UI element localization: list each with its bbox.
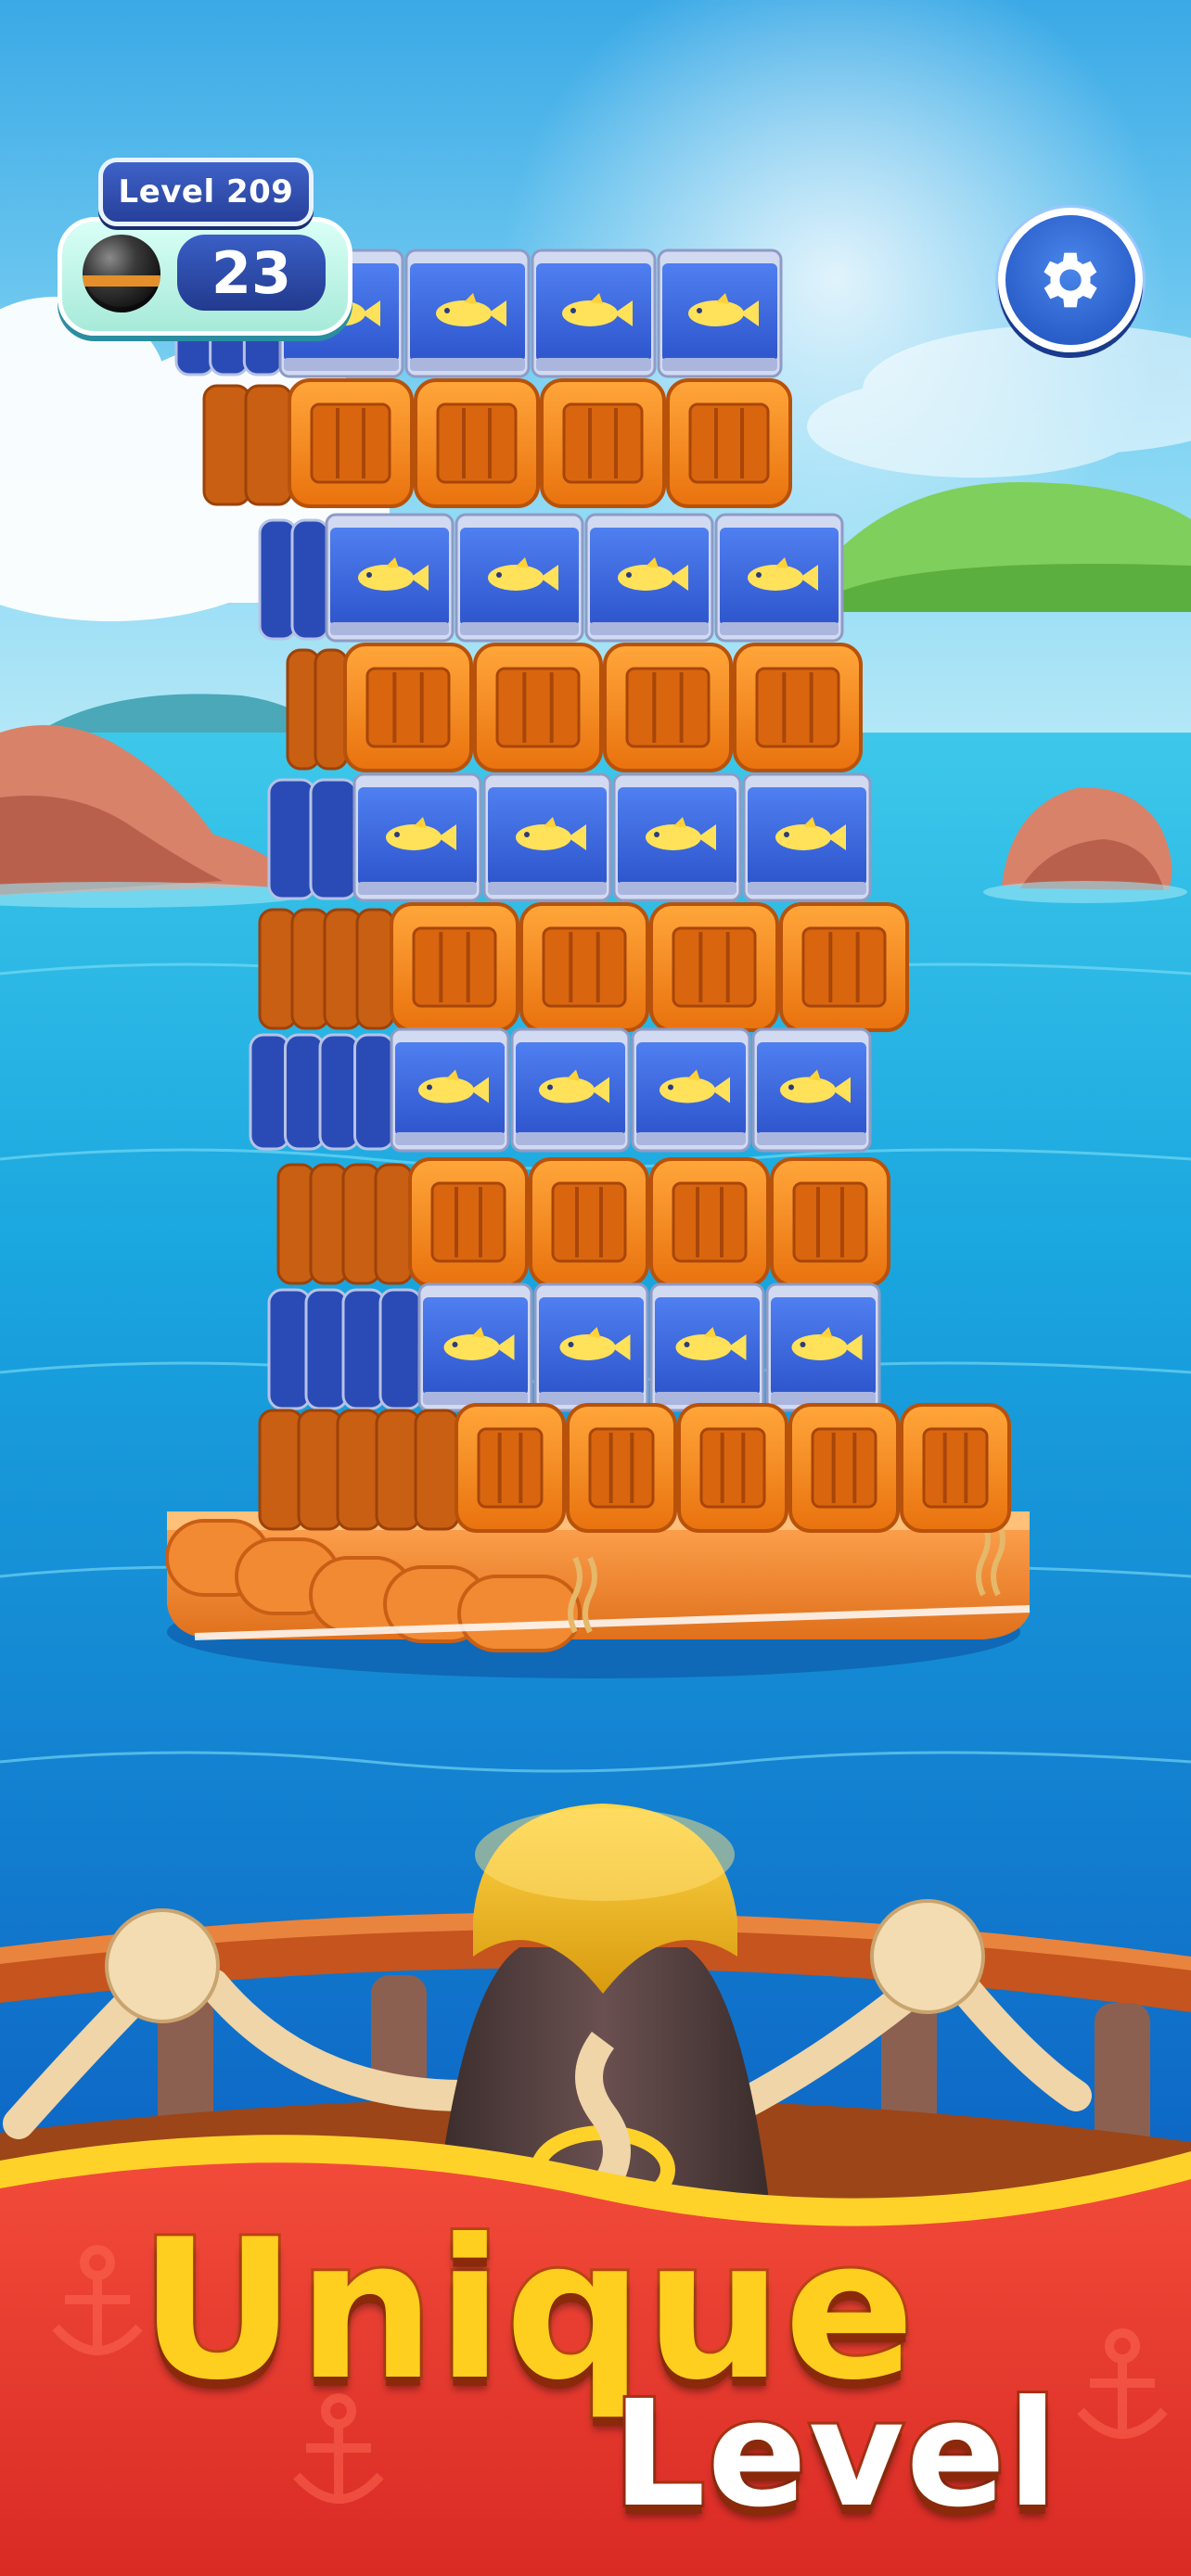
crate-block	[566, 1403, 677, 1533]
crate-row	[276, 1157, 890, 1287]
fish-tin-block	[584, 513, 714, 643]
crate-side	[323, 908, 363, 1030]
tin-side	[304, 1288, 349, 1410]
crate-side	[276, 1163, 316, 1285]
crate-block	[788, 1403, 900, 1533]
fish-tin-block	[404, 249, 531, 378]
crate-block	[770, 1157, 890, 1287]
fish-tin-block	[657, 249, 783, 378]
tin-side	[309, 778, 358, 900]
tin-side	[249, 1033, 290, 1151]
fish-tin-block	[531, 249, 657, 378]
crate-side	[374, 1163, 414, 1285]
crate-side	[290, 908, 330, 1030]
crate-side	[314, 648, 349, 771]
crate-side	[341, 1163, 381, 1285]
crate-block	[343, 643, 473, 772]
gear-icon	[1044, 252, 1097, 308]
crate-side	[297, 1409, 343, 1531]
crate-row	[202, 378, 792, 508]
crate-block	[390, 902, 519, 1032]
crate-side	[355, 908, 395, 1030]
crate-block	[677, 1403, 788, 1533]
fish-tin-block	[649, 1282, 765, 1412]
crate-side	[336, 1409, 382, 1531]
fish-tin-block	[455, 513, 584, 643]
fish-tin-block	[417, 1282, 533, 1412]
crate-block	[540, 378, 666, 508]
crate-block	[455, 1403, 566, 1533]
crate-side	[244, 384, 293, 506]
crate-block	[900, 1403, 1011, 1533]
crate-block	[519, 902, 649, 1032]
tin-side	[258, 518, 298, 641]
cannon[interactable]	[436, 1804, 770, 2214]
tin-row	[258, 513, 844, 643]
tin-row	[249, 1027, 872, 1153]
fish-tin-block	[533, 1282, 649, 1412]
crate-side	[309, 1163, 349, 1285]
cannonball-icon	[83, 235, 160, 312]
crate-block	[603, 643, 733, 772]
crate-row	[258, 1403, 1011, 1533]
settings-button[interactable]	[998, 208, 1143, 352]
level-label: Level 209	[98, 158, 314, 226]
tin-side	[318, 1033, 360, 1151]
fish-tin-block	[714, 513, 844, 643]
fish-tin-block	[612, 772, 742, 902]
tin-row	[267, 772, 872, 902]
fish-tin-block	[631, 1027, 751, 1153]
tin-side	[267, 778, 316, 900]
crate-block	[649, 902, 779, 1032]
crate-block	[779, 902, 909, 1032]
tin-side	[290, 518, 330, 641]
crate-block	[473, 643, 603, 772]
crate-side	[258, 1409, 304, 1531]
tin-side	[353, 1033, 395, 1151]
tin-side	[284, 1033, 326, 1151]
tin-side	[341, 1288, 386, 1410]
crate-side	[202, 384, 251, 506]
fish-tin-block	[751, 1027, 872, 1153]
crate-block	[649, 1157, 770, 1287]
crate-block	[529, 1157, 649, 1287]
crate-side	[375, 1409, 421, 1531]
crate-side	[258, 908, 298, 1030]
fish-tin-block	[390, 1027, 510, 1153]
tin-side	[267, 1288, 312, 1410]
crate-side	[414, 1409, 460, 1531]
tin-side	[378, 1288, 423, 1410]
game-scene	[0, 0, 1191, 2576]
fish-tin-block	[510, 1027, 631, 1153]
crate-row	[286, 643, 863, 772]
crate-block	[288, 378, 414, 508]
banner-title-level: Level	[609, 2369, 1060, 2540]
crate-block	[666, 378, 792, 508]
fish-tin-block	[742, 772, 872, 902]
fish-tin-block	[482, 772, 612, 902]
crate-row	[258, 902, 909, 1032]
fish-tin-block	[325, 513, 455, 643]
tin-row	[267, 1282, 881, 1412]
crate-block	[414, 378, 540, 508]
fish-tin-block	[352, 772, 482, 902]
crate-block	[408, 1157, 529, 1287]
fish-tin-block	[765, 1282, 881, 1412]
shots-counter: 23	[58, 217, 352, 336]
shots-remaining: 23	[177, 235, 326, 311]
crate-block	[733, 643, 863, 772]
